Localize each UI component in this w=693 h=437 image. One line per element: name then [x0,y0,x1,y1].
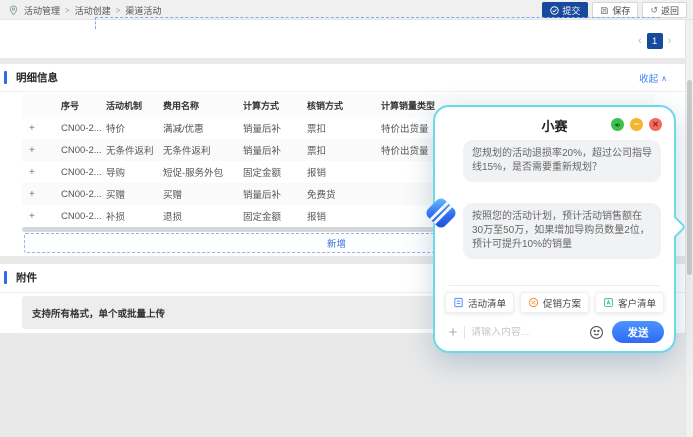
chip-label: 促销方案 [543,296,581,310]
breadcrumb-item-activity-create[interactable]: 活动创建 [75,4,111,17]
vertical-scrollbar-track [685,20,693,437]
cell-mechanism: 特价 [101,121,158,135]
cell-verify: 票扣 [302,143,376,157]
content-card-top [0,20,685,58]
emoji-smiley-icon[interactable] [589,325,604,340]
header-calc: 计算方式 [238,99,302,112]
cell-mechanism: 买赠 [101,187,158,201]
cell-fee: 买赠 [158,187,238,201]
breadcrumb-separator: > [116,6,121,15]
close-icon: ✕ [652,121,659,129]
back-label: 返回 [661,4,679,17]
send-button[interactable]: 发送 [612,321,664,343]
breadcrumb-item-activity-management[interactable]: 活动管理 [24,4,60,17]
cell-mechanism: 无条件返利 [101,143,158,157]
vertical-scrollbar-thumb[interactable] [687,80,692,275]
submit-button[interactable]: 提交 [542,2,588,18]
section-divider [0,91,685,92]
header-fee: 费用名称 [158,99,238,112]
assistant-message: 按照您的活动计划，预计活动销售额在30万至50万，如果增加导购员数量2位，预计可… [463,203,661,259]
customer-list-icon [603,297,614,308]
breadcrumb-item-channel-activity[interactable]: 渠道活动 [125,4,161,17]
next-page-arrow[interactable]: › [668,35,672,47]
row-expand-button[interactable]: + [22,167,56,178]
chat-input[interactable] [471,327,589,338]
back-button[interactable]: ↺ 返回 [642,2,687,18]
cell-seq: CN00-2... [56,145,101,156]
attachments-section-title: 附件 [16,270,37,285]
chip-label: 活动清单 [468,296,506,310]
cell-calc: 销量后补 [238,143,302,157]
cell-fee: 退损 [158,209,238,223]
cell-calc: 固定金额 [238,209,302,223]
save-label: 保存 [612,4,630,17]
cell-verify: 报销 [302,165,376,179]
assistant-chat-popup: 小赛 − ✕ 您规划的活动退损率20%，超过公司指导线15%，是否需要重新规划？… [433,105,676,353]
cell-verify: 报销 [302,209,376,223]
chat-window-controls: − ✕ [611,118,662,131]
chip-label: 客户清单 [618,296,656,310]
breadcrumb-separator: > [65,6,70,15]
speaker-icon [614,121,622,129]
cell-fee: 短促-服务外包 [158,165,238,179]
location-pin-icon [8,5,19,16]
percent-badge-icon [528,297,539,308]
chat-input-row: + 发送 [445,319,664,345]
assistant-message: 您规划的活动退损率20%，超过公司指导线15%，是否需要重新规划？ [463,140,661,182]
undo-arrow-icon: ↺ [650,6,658,15]
row-expand-button[interactable]: + [22,211,56,222]
section-accent-bar [4,271,7,284]
add-row-label: 新增 [327,236,346,250]
pagination: ‹ 1 › [638,33,671,49]
toolbar-buttons: 提交 保存 ↺ 返回 [542,2,687,18]
header-mechanism: 活动机制 [101,99,158,112]
cell-mechanism: 导购 [101,165,158,179]
dashed-guide-line [95,17,96,29]
chip-activity-list[interactable]: 活动清单 [445,292,514,313]
chip-promotion-plan[interactable]: 促销方案 [520,292,589,313]
chip-customer-list[interactable]: 客户清单 [595,292,664,313]
page-number[interactable]: 1 [647,33,663,49]
cell-fee: 满减/优惠 [158,121,238,135]
cell-seq: CN00-2... [56,211,101,222]
app-window: 活动管理 > 活动创建 > 渠道活动 提交 保存 ↺ 返回 [0,0,693,437]
row-expand-button[interactable]: + [22,145,56,156]
section-accent-bar [4,71,7,84]
input-divider [464,326,465,339]
collapse-label: 收起 [639,71,658,85]
chat-divider [449,285,660,286]
detail-section-title: 明细信息 [16,70,58,85]
header-verify: 核销方式 [302,99,376,112]
save-button[interactable]: 保存 [592,2,638,18]
cell-seq: CN00-2... [56,189,101,200]
row-expand-button[interactable]: + [22,123,56,134]
check-circle-icon [550,6,559,15]
sound-button[interactable] [611,118,624,131]
upload-hint: 支持所有格式，单个或批量上传 [32,306,165,320]
cell-seq: CN00-2... [56,167,101,178]
save-icon [600,6,609,15]
document-icon [453,297,464,308]
header-seq: 序号 [56,99,101,112]
prev-page-arrow[interactable]: ‹ [638,35,642,47]
close-button[interactable]: ✕ [649,118,662,131]
cell-seq: CN00-2... [56,123,101,134]
attach-plus-icon[interactable]: + [445,324,461,341]
cell-fee: 无条件返利 [158,143,238,157]
cell-verify: 免费货 [302,187,376,201]
chevron-up-icon: ∧ [661,74,667,83]
minus-icon: − [634,120,639,129]
quick-action-chips: 活动清单 促销方案 客户清单 [445,292,664,313]
minimize-button[interactable]: − [630,118,643,131]
row-expand-button[interactable]: + [22,189,56,200]
cell-mechanism: 补损 [101,209,158,223]
submit-label: 提交 [562,4,580,17]
dashed-guide-line [95,17,660,18]
collapse-link[interactable]: 收起 ∧ [639,71,667,85]
cell-calc: 固定金额 [238,165,302,179]
cell-verify: 票扣 [302,121,376,135]
cell-calc: 销量后补 [238,121,302,135]
cell-calc: 销量后补 [238,187,302,201]
